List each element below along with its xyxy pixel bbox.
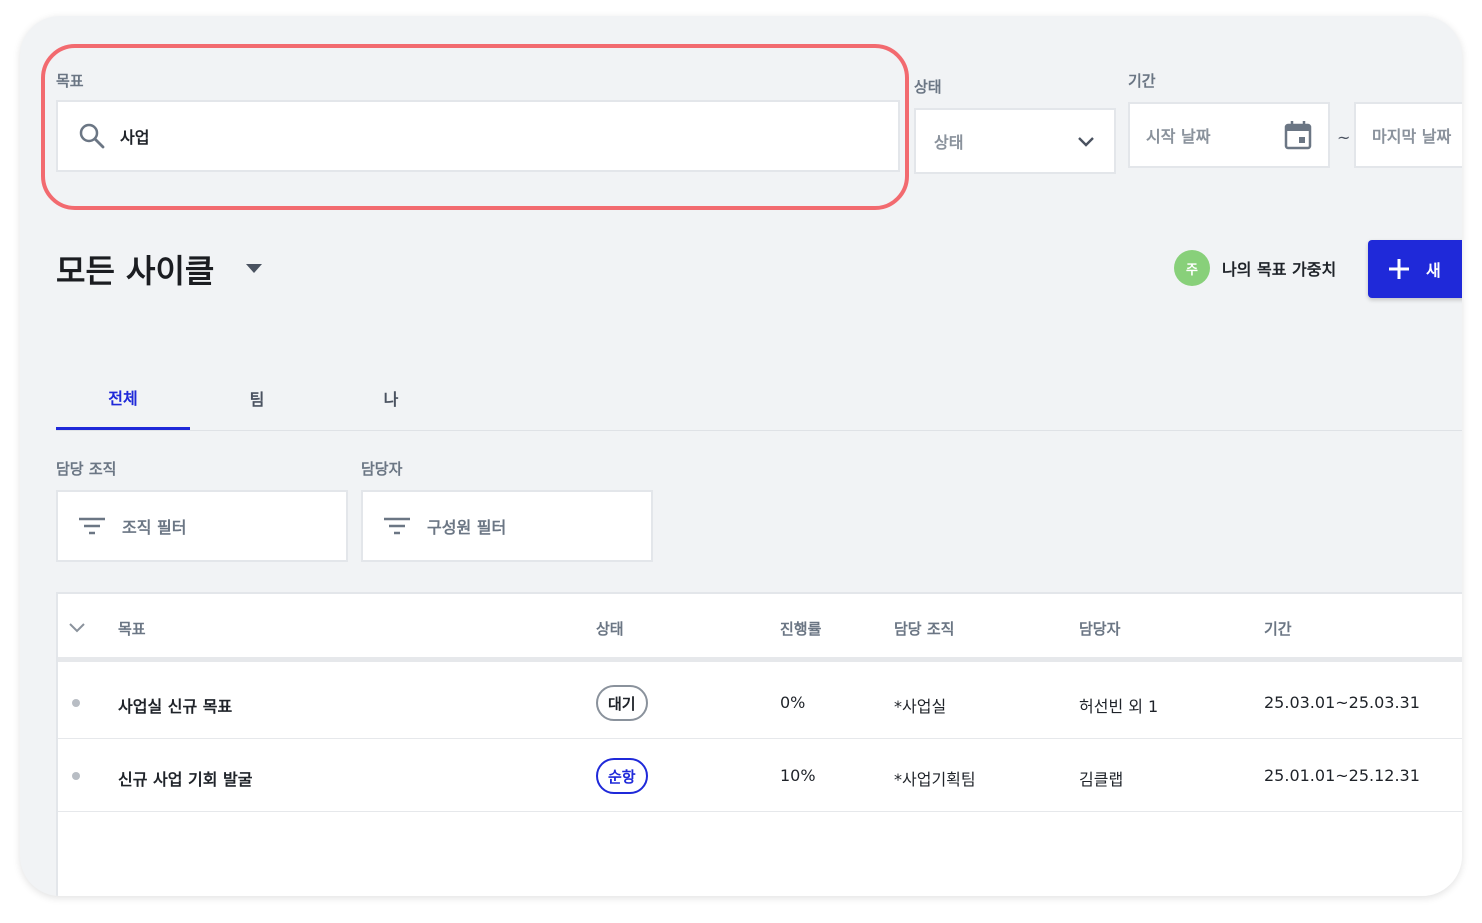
progress-value: 0%	[780, 693, 806, 712]
tab-me[interactable]: 나	[324, 366, 458, 430]
row-bullet-icon	[72, 699, 80, 707]
new-goal-button-label: 새	[1426, 261, 1441, 280]
column-header-goal[interactable]: 목표	[118, 618, 146, 639]
assignee-name: 허선빈 외 1	[1079, 697, 1159, 716]
org-name: *사업기획팀	[894, 770, 976, 789]
expand-all-chevron-icon[interactable]	[68, 622, 86, 634]
chevron-down-icon	[1076, 131, 1096, 151]
calendar-icon[interactable]	[1284, 120, 1312, 150]
period-value: 25.01.01~25.12.31	[1264, 766, 1420, 785]
status-filter-label: 상태	[914, 78, 942, 96]
end-date-field[interactable]: 마지막 날짜	[1354, 102, 1462, 168]
plus-icon	[1388, 258, 1410, 280]
table-row[interactable]: 신규 사업 기회 발굴 순항 10% *사업기획팀 김클랩 25.01.01~2…	[58, 740, 1462, 812]
search-highlight-outline	[41, 44, 909, 210]
page-title: 모든 사이클	[56, 252, 215, 290]
my-goal-weight-button[interactable]: 주 나의 목표 가중치	[1174, 250, 1336, 286]
table-header: 목표 상태 진행률 담당 조직 담당자 기간	[58, 594, 1462, 662]
status-select[interactable]: 상태	[914, 108, 1116, 174]
assignee-filter-field[interactable]: 구성원 필터	[361, 490, 653, 562]
org-name: *사업실	[894, 697, 947, 716]
end-date-placeholder: 마지막 날짜	[1372, 127, 1452, 146]
cycle-selector[interactable]: 모든 사이클	[56, 246, 263, 292]
assignee-name: 김클랩	[1079, 770, 1124, 789]
table-row[interactable]: 사업실 신규 목표 대기 0% *사업실 허선빈 외 1 25.03.01~25…	[58, 667, 1462, 739]
status-badge: 대기	[596, 685, 648, 721]
goal-name[interactable]: 사업실 신규 목표	[118, 693, 232, 717]
my-goal-weight-label: 나의 목표 가중치	[1222, 260, 1337, 279]
org-filter-label: 담당 조직	[56, 460, 117, 478]
new-goal-button[interactable]: 새	[1368, 240, 1462, 298]
start-date-field[interactable]: 시작 날짜	[1128, 102, 1330, 168]
tab-team[interactable]: 팀	[190, 366, 324, 430]
column-header-progress[interactable]: 진행률	[780, 618, 821, 639]
org-filter-placeholder: 조직 필터	[122, 518, 187, 537]
goal-name[interactable]: 신규 사업 기회 발굴	[118, 766, 252, 790]
scope-tabs: 전체 팀 나	[56, 366, 1462, 431]
period-value: 25.03.01~25.03.31	[1264, 693, 1420, 712]
assignee-filter-label: 담당자	[361, 460, 403, 478]
filter-icon	[383, 516, 411, 536]
period-filter-label: 기간	[1128, 72, 1156, 90]
avatar: 주	[1174, 250, 1210, 286]
progress-value: 10%	[780, 766, 816, 785]
status-select-placeholder: 상태	[934, 133, 964, 152]
column-header-status[interactable]: 상태	[596, 618, 624, 639]
date-separator: ~	[1337, 128, 1351, 147]
assignee-filter-placeholder: 구성원 필터	[427, 518, 507, 537]
column-header-assignee[interactable]: 담당자	[1079, 618, 1120, 639]
goal-table: 목표 상태 진행률 담당 조직 담당자 기간 사업실 신규 목표 대기 0% *…	[56, 592, 1462, 896]
caret-down-icon	[246, 264, 263, 274]
row-bullet-icon	[72, 772, 80, 780]
column-header-org[interactable]: 담당 조직	[894, 618, 954, 639]
column-header-period[interactable]: 기간	[1264, 618, 1292, 639]
filter-icon	[78, 516, 106, 536]
tab-all[interactable]: 전체	[56, 366, 190, 430]
org-filter-field[interactable]: 조직 필터	[56, 490, 348, 562]
app-frame: 목표 상태 상태 기간 시작 날짜 ~ 마지막 날짜 모든 사이클 주 나의 목…	[20, 16, 1462, 896]
status-badge: 순항	[596, 758, 648, 794]
start-date-placeholder: 시작 날짜	[1146, 127, 1211, 146]
